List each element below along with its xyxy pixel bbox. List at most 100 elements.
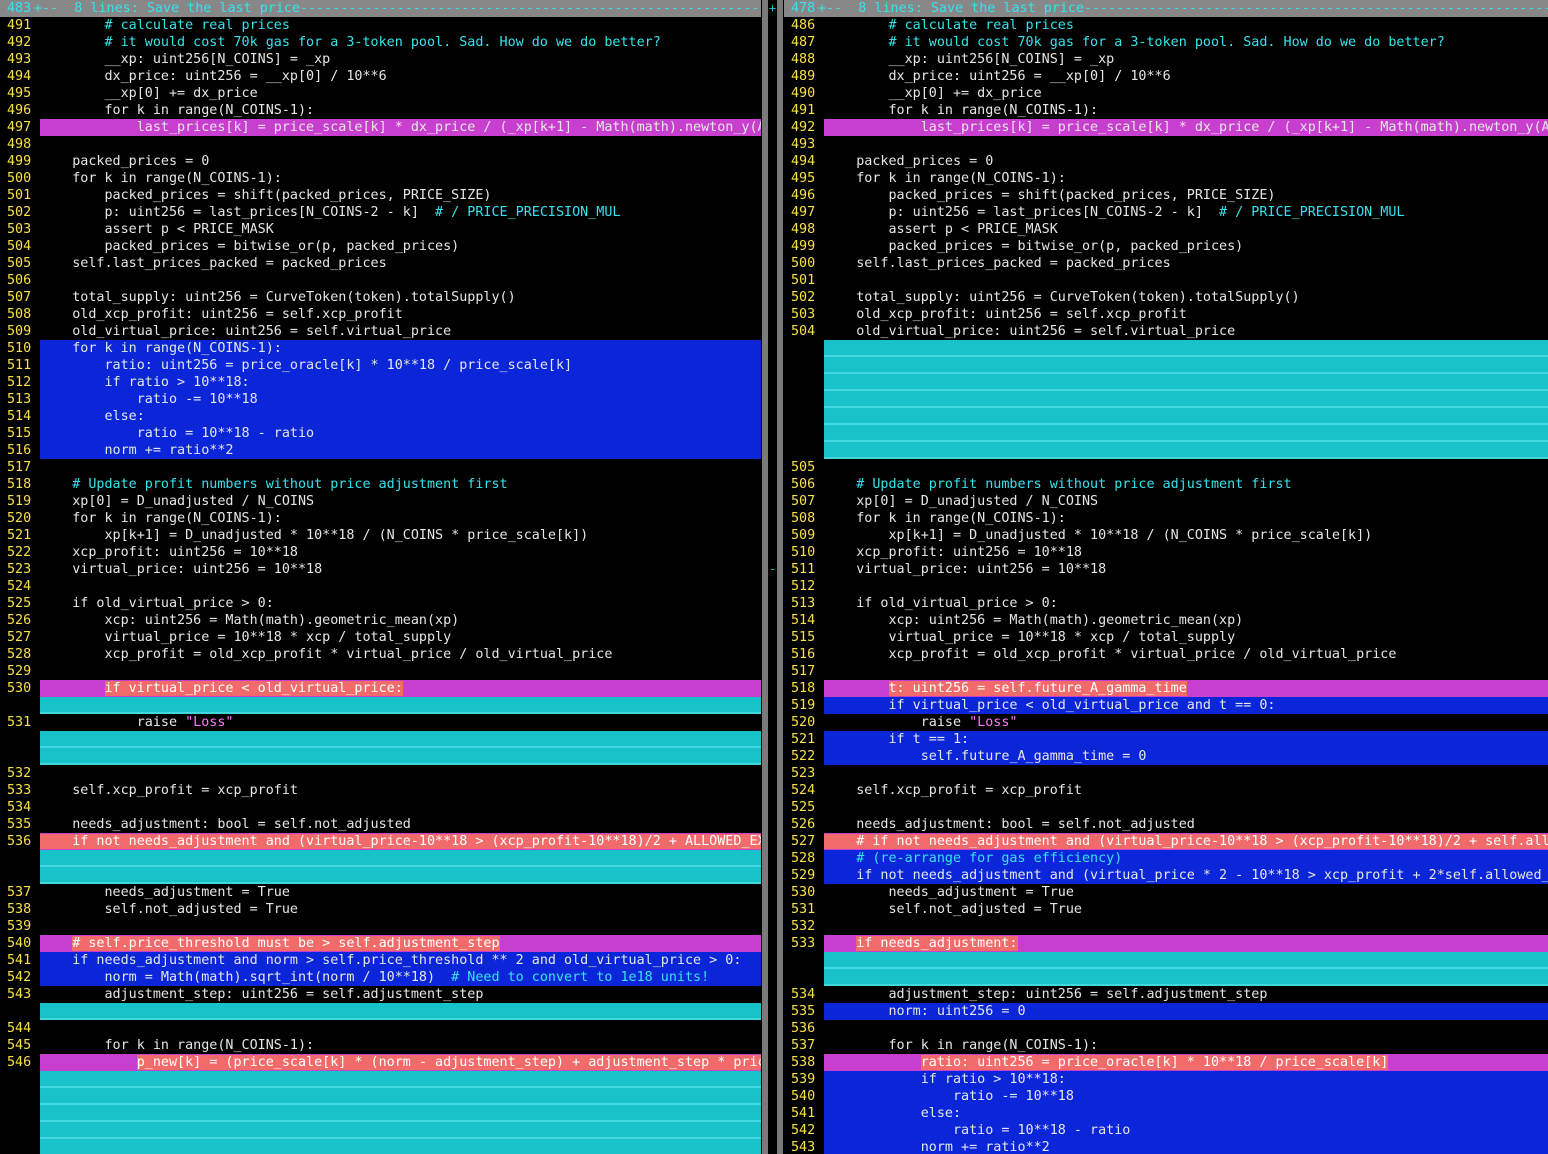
code-line[interactable]: 492 # it would cost 70k gas for a 3-toke…: [0, 34, 761, 51]
code-line[interactable]: 525 if old_virtual_price > 0:: [0, 595, 761, 612]
fold-line[interactable]: 483 +-- 8 lines: Save the last price-----…: [0, 0, 761, 17]
code-line[interactable]: 543 adjustment_step: uint256 = self.adju…: [0, 986, 761, 1003]
code-line[interactable]: 524: [0, 578, 761, 595]
code-line[interactable]: 523 virtual_price: uint256 = 10**18: [0, 561, 761, 578]
code-line[interactable]: 491 # calculate real prices: [0, 17, 761, 34]
code-line[interactable]: 526 xcp: uint256 = Math(math).geometric_…: [0, 612, 761, 629]
code-line[interactable]: 533 self.xcp_profit = xcp_profit: [0, 782, 761, 799]
code-line[interactable]: 529 if not needs_adjustment and (virtual…: [784, 867, 1548, 884]
code-line[interactable]: 500 self.last_prices_packed = packed_pri…: [784, 255, 1548, 272]
fold-summary[interactable]: +-- 8 lines: Save the last price--------…: [34, 0, 761, 17]
code-line[interactable]: 539 if ratio > 10**18:: [784, 1071, 1548, 1088]
code-line[interactable]: 518 t: uint256 = self.future_A_gamma_tim…: [784, 680, 1548, 697]
code-line[interactable]: 494 dx_price: uint256 = __xp[0] / 10**6: [0, 68, 761, 85]
code-line[interactable]: 546 p_new[k] = (price_scale[k] * (norm -…: [0, 1054, 761, 1071]
code-line[interactable]: 500 for k in range(N_COINS-1):: [0, 170, 761, 187]
code-line[interactable]: 518 # Update profit numbers without pric…: [0, 476, 761, 493]
filler-line[interactable]: [0, 1071, 761, 1088]
code-line[interactable]: 522 self.future_A_gamma_time = 0: [784, 748, 1548, 765]
code-line[interactable]: 514 else:: [0, 408, 761, 425]
code-line[interactable]: 493 __xp: uint256[N_COINS] = _xp: [0, 51, 761, 68]
code-line[interactable]: 497 last_prices[k] = price_scale[k] * dx…: [0, 119, 761, 136]
code-line[interactable]: 530 if virtual_price < old_virtual_price…: [0, 680, 761, 697]
code-line[interactable]: 496 packed_prices = shift(packed_prices,…: [784, 187, 1548, 204]
code-line[interactable]: 502 p: uint256 = last_prices[N_COINS-2 -…: [0, 204, 761, 221]
code-line[interactable]: 489 dx_price: uint256 = __xp[0] / 10**6: [784, 68, 1548, 85]
code-line[interactable]: 526 needs_adjustment: bool = self.not_ad…: [784, 816, 1548, 833]
code-line[interactable]: 504 packed_prices = bitwise_or(p, packed…: [0, 238, 761, 255]
code-line[interactable]: 527 # if not needs_adjustment and (virtu…: [784, 833, 1548, 850]
filler-line[interactable]: [784, 374, 1548, 391]
code-line[interactable]: 529: [0, 663, 761, 680]
filler-line[interactable]: [784, 340, 1548, 357]
filler-line[interactable]: [0, 731, 761, 748]
code-line[interactable]: 513 ratio -= 10**18: [0, 391, 761, 408]
code-line[interactable]: 528 xcp_profit = old_xcp_profit * virtua…: [0, 646, 761, 663]
code-line[interactable]: 488 __xp: uint256[N_COINS] = _xp: [784, 51, 1548, 68]
code-line[interactable]: 531 self.not_adjusted = True: [784, 901, 1548, 918]
vertical-split-separator[interactable]: + -: [761, 0, 784, 1154]
code-line[interactable]: 498 assert p < PRICE_MASK: [784, 221, 1548, 238]
code-line[interactable]: 538 self.not_adjusted = True: [0, 901, 761, 918]
code-line[interactable]: 495 __xp[0] += dx_price: [0, 85, 761, 102]
code-line[interactable]: 494 packed_prices = 0: [784, 153, 1548, 170]
fold-line[interactable]: 478 +-- 8 lines: Save the last price-----…: [784, 0, 1548, 17]
code-line[interactable]: 501: [784, 272, 1548, 289]
code-line[interactable]: 540 ratio -= 10**18: [784, 1088, 1548, 1105]
left-diff-pane[interactable]: 483 +-- 8 lines: Save the last price-----…: [0, 0, 761, 1154]
code-line[interactable]: 524 self.xcp_profit = xcp_profit: [784, 782, 1548, 799]
code-line[interactable]: 545 for k in range(N_COINS-1):: [0, 1037, 761, 1054]
filler-line[interactable]: [0, 1088, 761, 1105]
code-line[interactable]: 528 # (re-arrange for gas efficiency): [784, 850, 1548, 867]
code-line[interactable]: 521 xp[k+1] = D_unadjusted * 10**18 / (N…: [0, 527, 761, 544]
code-line[interactable]: 532: [0, 765, 761, 782]
code-line[interactable]: 544: [0, 1020, 761, 1037]
code-line[interactable]: 505: [784, 459, 1548, 476]
code-line[interactable]: 508 for k in range(N_COINS-1):: [784, 510, 1548, 527]
fold-summary[interactable]: +-- 8 lines: Save the last price--------…: [818, 0, 1548, 17]
code-line[interactable]: 511 virtual_price: uint256 = 10**18: [784, 561, 1548, 578]
code-line[interactable]: 527 virtual_price = 10**18 * xcp / total…: [0, 629, 761, 646]
code-line[interactable]: 499 packed_prices = 0: [0, 153, 761, 170]
filler-line[interactable]: [784, 357, 1548, 374]
filler-line[interactable]: [784, 952, 1548, 969]
code-line[interactable]: 540 # self.price_threshold must be > sel…: [0, 935, 761, 952]
code-line[interactable]: 543 norm += ratio**2: [784, 1139, 1548, 1154]
code-line[interactable]: 511 ratio: uint256 = price_oracle[k] * 1…: [0, 357, 761, 374]
code-line[interactable]: 513 if old_virtual_price > 0:: [784, 595, 1548, 612]
code-line[interactable]: 539: [0, 918, 761, 935]
right-diff-pane[interactable]: 478 +-- 8 lines: Save the last price-----…: [784, 0, 1548, 1154]
code-line[interactable]: 532: [784, 918, 1548, 935]
code-line[interactable]: 535 norm: uint256 = 0: [784, 1003, 1548, 1020]
filler-line[interactable]: [784, 408, 1548, 425]
filler-line[interactable]: [0, 1105, 761, 1122]
code-line[interactable]: 516 norm += ratio**2: [0, 442, 761, 459]
code-line[interactable]: 512: [784, 578, 1548, 595]
code-line[interactable]: 493: [784, 136, 1548, 153]
filler-line[interactable]: [0, 867, 761, 884]
code-line[interactable]: 512 if ratio > 10**18:: [0, 374, 761, 391]
code-line[interactable]: 503 old_xcp_profit: uint256 = self.xcp_p…: [784, 306, 1548, 323]
code-line[interactable]: 515 ratio = 10**18 - ratio: [0, 425, 761, 442]
code-line[interactable]: 531 raise "Loss": [0, 714, 761, 731]
code-line[interactable]: 541 else:: [784, 1105, 1548, 1122]
code-line[interactable]: 501 packed_prices = shift(packed_prices,…: [0, 187, 761, 204]
filler-line[interactable]: [0, 1003, 761, 1020]
code-line[interactable]: 523: [784, 765, 1548, 782]
code-line[interactable]: 536: [784, 1020, 1548, 1037]
code-line[interactable]: 507 total_supply: uint256 = CurveToken(t…: [0, 289, 761, 306]
code-line[interactable]: 534: [0, 799, 761, 816]
code-line[interactable]: 521 if t == 1:: [784, 731, 1548, 748]
code-line[interactable]: 504 old_virtual_price: uint256 = self.vi…: [784, 323, 1548, 340]
code-line[interactable]: 502 total_supply: uint256 = CurveToken(t…: [784, 289, 1548, 306]
filler-line[interactable]: [784, 391, 1548, 408]
code-line[interactable]: 490 __xp[0] += dx_price: [784, 85, 1548, 102]
code-line[interactable]: 542 norm = Math(math).sqrt_int(norm / 10…: [0, 969, 761, 986]
code-line[interactable]: 506 # Update profit numbers without pric…: [784, 476, 1548, 493]
code-line[interactable]: 499 packed_prices = bitwise_or(p, packed…: [784, 238, 1548, 255]
code-line[interactable]: 536 if not needs_adjustment and (virtual…: [0, 833, 761, 850]
code-line[interactable]: 515 virtual_price = 10**18 * xcp / total…: [784, 629, 1548, 646]
code-line[interactable]: 496 for k in range(N_COINS-1):: [0, 102, 761, 119]
filler-line[interactable]: [784, 425, 1548, 442]
code-line[interactable]: 517: [0, 459, 761, 476]
